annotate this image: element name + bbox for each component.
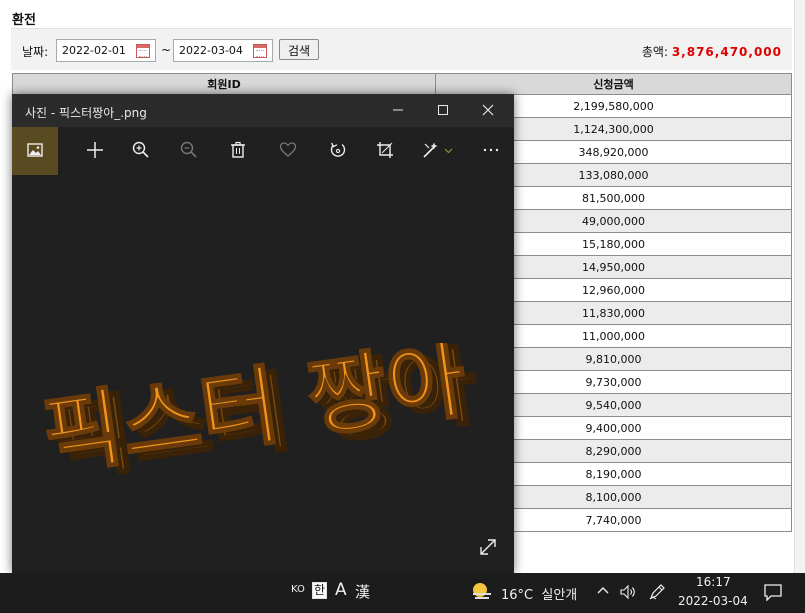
weather-widget[interactable]: 16°C 실안개 [501, 584, 577, 603]
range-separator: ~ [161, 43, 172, 57]
close-icon [482, 104, 494, 116]
close-button[interactable] [466, 94, 511, 127]
minimize-button[interactable] [376, 94, 421, 127]
displayed-image: 픽스터 짱아 픽스터 짱아 [40, 343, 480, 493]
column-header-member-id[interactable]: 회원ID [12, 73, 436, 95]
heart-icon [279, 142, 297, 157]
zoom-in-button[interactable] [118, 127, 164, 175]
more-icon [483, 148, 499, 152]
delete-icon [231, 141, 245, 158]
fullscreen-icon[interactable] [478, 537, 498, 557]
date-from-value: 2022-02-01 [62, 44, 126, 57]
volume-icon[interactable] [619, 584, 637, 600]
clock-date[interactable]: 2022-03-04 [678, 594, 748, 608]
zoom-out-icon [180, 141, 197, 158]
crop-button[interactable] [362, 127, 408, 175]
minimize-icon [393, 109, 403, 111]
pen-icon[interactable] [648, 583, 666, 601]
window-titlebar[interactable]: 사진 - 픽스터짱아_.png [12, 94, 514, 127]
column-header-amount[interactable]: 신청금액 [435, 73, 792, 95]
crop-icon [377, 142, 393, 158]
maximize-button[interactable] [421, 94, 466, 127]
calendar-icon[interactable] [253, 44, 267, 58]
rotate-icon [330, 142, 346, 157]
date-to-input[interactable]: 2022-03-04 [173, 39, 273, 62]
more-button[interactable] [468, 127, 514, 175]
temperature: 16°C [501, 588, 534, 603]
page-title: 환전 [12, 13, 36, 28]
calendar-icon[interactable] [136, 44, 150, 58]
view-button[interactable] [12, 127, 58, 175]
notification-icon[interactable] [763, 582, 783, 602]
filter-bar: 날짜: 2022-02-01 ~ 2022-03-04 검색 총액: 3,876… [11, 28, 792, 70]
image-viewer[interactable]: 픽스터 짱아 픽스터 짱아 [12, 175, 514, 573]
rotate-button[interactable] [315, 127, 361, 175]
total-label: 총액: [641, 45, 668, 59]
page-scrollbar[interactable] [794, 0, 805, 573]
weather-fog-icon[interactable] [470, 580, 494, 604]
search-button[interactable]: 검색 [279, 39, 319, 60]
date-to-value: 2022-03-04 [179, 44, 243, 57]
photos-window: 사진 - 픽스터짱아_.png 픽스터 짱아 픽스터 짱아 [12, 94, 514, 573]
photos-toolbar [12, 127, 514, 175]
add-button[interactable] [72, 127, 118, 175]
favorite-button[interactable] [265, 127, 311, 175]
ime-alpha-mode[interactable]: A [335, 580, 347, 600]
date-from-input[interactable]: 2022-02-01 [56, 39, 156, 62]
chevron-up-icon[interactable] [596, 584, 610, 598]
clock-time[interactable]: 16:17 [696, 575, 731, 589]
maximize-icon [438, 105, 448, 115]
chevron-down-icon [444, 148, 453, 154]
ime-hangul-mode[interactable]: 한 [312, 582, 327, 599]
table-header-row: 회원ID 신청금액 [12, 73, 792, 95]
plus-icon [87, 142, 103, 158]
ime-hanja-mode[interactable]: 漢 [355, 581, 370, 602]
delete-button[interactable] [215, 127, 261, 175]
date-label: 날짜: [22, 45, 49, 59]
edit-icon [423, 142, 438, 158]
zoom-in-icon [132, 141, 149, 158]
picture-icon [27, 143, 43, 157]
window-title: 사진 - 픽스터짱아_.png [25, 106, 147, 120]
zoom-out-button[interactable] [166, 127, 212, 175]
total-value: 3,876,470,000 [671, 45, 782, 59]
ime-language[interactable]: KO [291, 584, 305, 595]
total-amount: 총액: 3,876,470,000 [642, 43, 782, 60]
taskbar: KO 한 A 漢 16°C 실안개 16:17 2022-03-04 [0, 573, 805, 613]
edit-button[interactable] [408, 127, 462, 175]
weather-description: 실안개 [541, 588, 578, 603]
